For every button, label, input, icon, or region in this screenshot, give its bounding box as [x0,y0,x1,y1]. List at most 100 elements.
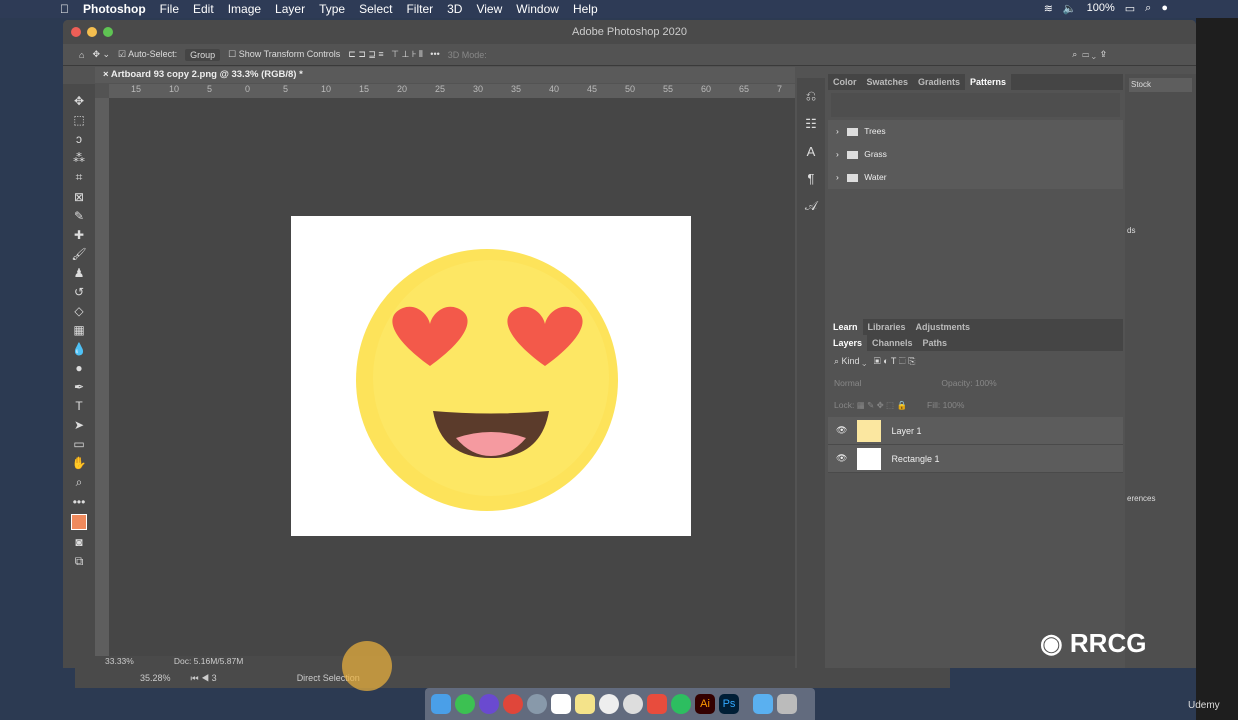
group-dropdown[interactable]: Group [185,48,221,61]
page-nav[interactable]: ⏮ ◀ 3 [191,673,217,684]
fill-field[interactable]: 100% [943,400,965,410]
spotlight-icon[interactable]: ⌕ [1145,2,1151,15]
menu-window[interactable]: Window [516,2,559,16]
pattern-group-water[interactable]: › Water [828,166,1123,189]
hand-tool-icon[interactable]: ✋ [72,456,87,470]
pen-tool-icon[interactable]: ✒ [74,380,84,394]
eyedropper-icon[interactable]: ✎ [74,209,84,223]
pattern-search[interactable] [831,93,1120,117]
menu-help[interactable]: Help [573,2,598,16]
tab-layers[interactable]: Layers [828,335,868,351]
auto-select-checkbox[interactable]: ☑ Auto-Select: [118,49,177,60]
zoom-button[interactable] [103,27,113,37]
frame-tool-icon[interactable]: ⊠ [74,190,84,204]
win2-zoom[interactable]: 35.28% [140,673,171,683]
screen-mode-icon[interactable]: ⧉ [75,554,84,569]
dodge-tool-icon[interactable]: ● [75,361,82,375]
eye-icon[interactable]: 👁 [836,425,847,436]
move-tool-icon[interactable]: ✥ ⌄ [92,49,110,60]
notes-icon[interactable] [575,694,595,714]
canvas[interactable] [109,98,795,656]
eye-icon[interactable]: 👁 [836,453,847,464]
tab-gradients[interactable]: Gradients [913,74,965,90]
tab-adjustments[interactable]: Adjustments [911,319,976,335]
zoom-level[interactable]: 33.33% [105,656,134,668]
document-tab[interactable]: × Artboard 93 copy 2.png @ 33.3% (RGB/8)… [95,67,795,83]
tab-swatches[interactable]: Swatches [862,74,914,90]
layer-filter[interactable]: ⌕ Kind ⌄ ▣ ◐ T ⬚ ⎘ [828,351,1123,373]
artboard[interactable] [291,216,691,536]
menu-file[interactable]: File [160,2,179,16]
launchpad-icon[interactable] [527,694,547,714]
wifi-icon[interactable]: ≋ [1044,2,1053,15]
doc-size[interactable]: Doc: 5.16M/5.87M [174,656,243,668]
zoom-tool-icon[interactable]: ⌕ [76,475,83,490]
foreground-color-swatch[interactable] [71,514,87,530]
tab-patterns[interactable]: Patterns [965,74,1012,90]
stock-search[interactable]: Stock [1129,78,1192,92]
menu-type[interactable]: Type [319,2,345,16]
pattern-group-grass[interactable]: › Grass [828,143,1123,166]
lasso-tool-icon[interactable]: ↄ [76,132,82,146]
tab-learn[interactable]: Learn [828,319,863,335]
slack-icon[interactable] [623,694,643,714]
minimize-button[interactable] [87,27,97,37]
glyphs-panel-icon[interactable]: 𝒜 [805,198,817,214]
history-panel-icon[interactable]: ⎌ [806,88,816,104]
evernote-icon[interactable] [671,694,691,714]
folder-icon[interactable] [753,694,773,714]
menu-edit[interactable]: Edit [193,2,214,16]
tab-libraries[interactable]: Libraries [863,319,911,335]
layer-row[interactable]: 👁 Rectangle 1 [828,445,1123,473]
search-share-icons[interactable]: ⌕ ▭ ⌄ ⇪ [1072,49,1106,60]
path-selection-icon[interactable]: ➤ [74,418,84,432]
menu-view[interactable]: View [476,2,502,16]
preferences-button[interactable]: erences [1125,492,1196,505]
calendar-icon[interactable] [551,694,571,714]
whatsapp-icon[interactable] [455,694,475,714]
blend-mode-dropdown[interactable]: Normal [834,378,861,388]
chrome-icon[interactable] [503,694,523,714]
blur-tool-icon[interactable]: 💧 [72,342,87,356]
kind-dropdown[interactable]: Kind [842,356,860,366]
rectangle-tool-icon[interactable]: ▭ [73,437,84,451]
crop-tool-icon[interactable]: ⌗ [76,170,83,185]
layer-row[interactable]: 👁 Layer 1 [828,417,1123,445]
tab-paths[interactable]: Paths [918,335,953,351]
tab-channels[interactable]: Channels [867,335,918,351]
type-tool-icon[interactable]: T [75,399,82,413]
siri-icon[interactable]: ● [1161,2,1168,15]
align-icons[interactable]: ⊏ ⊐ ⊒ ≡ ⊤ ⊥ ⊦ ⫴ ••• [348,49,439,60]
pattern-group-trees[interactable]: › Trees [828,120,1123,143]
move-tool-icon[interactable]: ✥ [74,94,84,108]
marquee-tool-icon[interactable]: ⬚ [73,113,84,127]
battery-icon[interactable]: ▭ [1125,2,1135,15]
itunes-icon[interactable] [599,694,619,714]
eraser-icon[interactable]: ◇ [74,304,83,318]
menu-filter[interactable]: Filter [406,2,433,16]
show-transform-checkbox[interactable]: ☐ Show Transform Controls [228,49,340,60]
app-icon[interactable] [647,694,667,714]
healing-brush-icon[interactable]: ✚ [74,228,84,242]
apple-icon[interactable]:  [60,2,69,16]
trash-icon[interactable] [777,694,797,714]
more-tools-icon[interactable]: ••• [73,495,86,509]
brush-tool-icon[interactable]: 🖌 [71,247,86,261]
menu-photoshop[interactable]: Photoshop [83,2,146,16]
properties-panel-icon[interactable]: ☷ [805,116,817,132]
stamp-tool-icon[interactable]: ♟ [74,266,85,280]
photoshop-icon[interactable]: Ps [719,694,739,714]
home-icon[interactable]: ⌂ [79,50,84,60]
menu-3d[interactable]: 3D [447,2,462,16]
volume-icon[interactable]: 🔈 [1063,2,1077,15]
magic-wand-icon[interactable]: ⁂ [73,151,85,165]
menu-layer[interactable]: Layer [275,2,305,16]
history-brush-icon[interactable]: ↺ [74,285,84,299]
gradient-tool-icon[interactable]: ▦ [73,323,84,337]
quick-mask-icon[interactable]: ◙ [75,535,82,549]
siri-icon[interactable] [479,694,499,714]
finder-icon[interactable] [431,694,451,714]
illustrator-icon[interactable]: Ai [695,694,715,714]
menu-select[interactable]: Select [359,2,392,16]
menu-image[interactable]: Image [228,2,261,16]
